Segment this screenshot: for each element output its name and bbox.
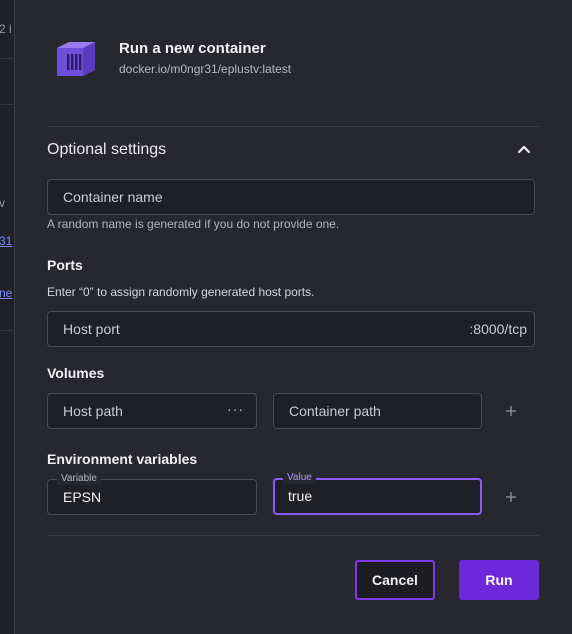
volumes-title: Volumes bbox=[47, 365, 105, 381]
env-value-input[interactable]: Value true bbox=[273, 472, 482, 515]
cancel-button[interactable]: Cancel bbox=[355, 560, 435, 600]
background-divider bbox=[0, 330, 14, 331]
background-divider bbox=[0, 58, 14, 59]
plus-icon bbox=[506, 406, 516, 416]
background-text: v bbox=[0, 196, 5, 210]
dialog-header: Run a new container docker.io/m0ngr31/ep… bbox=[53, 38, 533, 82]
host-port-input[interactable]: Host port :8000/tcp bbox=[47, 311, 535, 347]
optional-settings-label: Optional settings bbox=[47, 141, 167, 158]
container-icon bbox=[53, 40, 97, 78]
optional-settings-toggle[interactable]: Optional settings bbox=[47, 134, 539, 166]
browse-button[interactable]: ··· bbox=[227, 401, 244, 417]
host-path-placeholder: Host path bbox=[63, 403, 123, 419]
env-variable-input[interactable]: Variable EPSN bbox=[47, 473, 257, 515]
background-app: 2 i v 31 ne bbox=[0, 0, 14, 634]
container-path-input[interactable]: Container path bbox=[273, 393, 482, 429]
env-value-text: true bbox=[288, 488, 313, 504]
env-vars-title: Environment variables bbox=[47, 451, 198, 467]
ports-title: Ports bbox=[47, 257, 83, 273]
add-volume-button[interactable] bbox=[502, 402, 520, 420]
background-link[interactable]: ne bbox=[0, 286, 12, 300]
env-value-value: true bbox=[288, 488, 312, 504]
add-env-var-button[interactable] bbox=[502, 488, 520, 506]
background-text: 2 i bbox=[0, 22, 12, 36]
container-name-hint: A random name is generated if you do not… bbox=[47, 217, 340, 231]
chevron-up-icon bbox=[517, 142, 531, 156]
env-variable-value: EPSN bbox=[63, 489, 102, 505]
ports-hint: Enter “0” to assign randomly generated h… bbox=[47, 285, 315, 299]
container-name-input[interactable]: Container name bbox=[47, 179, 535, 215]
background-divider bbox=[0, 104, 14, 105]
host-port-placeholder: Host port bbox=[63, 321, 120, 337]
container-name-placeholder: Container name bbox=[63, 189, 163, 205]
footer-divider bbox=[47, 535, 539, 536]
container-port-label: :8000/tcp bbox=[469, 321, 527, 337]
run-container-dialog: Run a new container docker.io/m0ngr31/ep… bbox=[14, 0, 572, 634]
env-value-label: Value bbox=[283, 472, 316, 484]
run-button[interactable]: Run bbox=[459, 560, 539, 600]
env-variable-label: Variable bbox=[57, 473, 101, 485]
image-name: docker.io/m0ngr31/eplustv:latest bbox=[119, 62, 292, 76]
dialog-title: Run a new container bbox=[119, 40, 266, 57]
host-path-input[interactable]: Host path ··· bbox=[47, 393, 257, 429]
header-divider bbox=[47, 126, 539, 127]
container-path-placeholder: Container path bbox=[289, 403, 381, 419]
background-link[interactable]: 31 bbox=[0, 234, 12, 248]
plus-icon bbox=[506, 492, 516, 502]
